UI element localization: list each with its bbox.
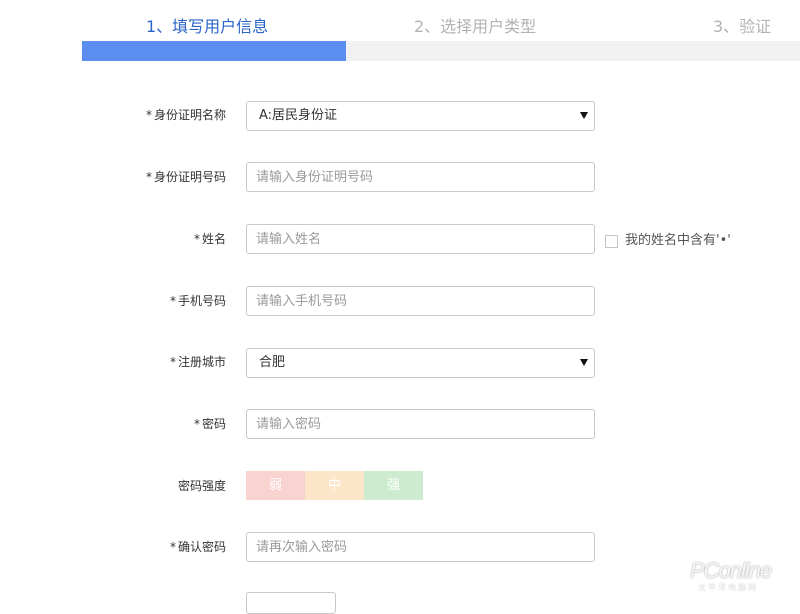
name-field[interactable] [246, 224, 595, 254]
password-label: * 密码 [193, 417, 226, 431]
step-1-label: 1、填写用户信息 [146, 17, 269, 36]
confirm-password-input[interactable] [247, 533, 586, 561]
required-mark: * [169, 294, 176, 308]
city-select[interactable]: 合肥 [246, 348, 595, 378]
password-input[interactable] [247, 410, 586, 438]
id-number-label: * 身份证明号码 [145, 170, 226, 184]
id-type-label: * 身份证明名称 [145, 108, 226, 122]
required-mark: * [145, 170, 152, 184]
strength-medium: 中 [305, 471, 364, 500]
password-field[interactable] [246, 409, 595, 439]
id-number-input[interactable] [247, 163, 586, 191]
phone-field[interactable] [246, 286, 595, 316]
id-number-field[interactable] [246, 162, 595, 192]
strength-strong: 强 [364, 471, 423, 500]
name-label: * 姓名 [193, 232, 226, 246]
required-mark: * [193, 417, 200, 431]
dropdown-arrow-icon [580, 112, 588, 119]
id-type-value: A:居民身份证 [259, 108, 338, 123]
required-mark: * [169, 355, 176, 369]
strength-label: 密码强度 [177, 479, 226, 493]
dropdown-arrow-icon [580, 359, 588, 366]
id-type-select[interactable]: A:居民身份证 [246, 101, 595, 131]
progress-track [82, 41, 800, 61]
name-dot-checkbox-label: 我的姓名中含有'•' [625, 233, 731, 248]
checkbox-icon[interactable] [605, 235, 618, 248]
progress-fill [82, 41, 346, 61]
watermark-logo: PConline [690, 558, 772, 583]
next-field-partial[interactable] [246, 592, 336, 614]
step-indicator: 1、填写用户信息 2、选择用户类型 3、验证 [0, 0, 800, 42]
required-mark: * [169, 540, 176, 554]
city-value: 合肥 [259, 355, 286, 370]
step-3-label: 3、验证 [713, 17, 772, 36]
required-mark: * [193, 232, 200, 246]
name-input[interactable] [247, 225, 586, 253]
confirm-password-field[interactable] [246, 532, 595, 562]
required-mark: * [145, 108, 152, 122]
phone-input[interactable] [247, 287, 586, 315]
step-2-label: 2、选择用户类型 [414, 17, 537, 36]
confirm-password-label: * 确认密码 [169, 540, 226, 554]
city-label: * 注册城市 [169, 355, 226, 369]
watermark-subtitle: 太平洋电脑网 [698, 583, 758, 592]
phone-label: * 手机号码 [169, 294, 226, 308]
strength-weak: 弱 [246, 471, 305, 500]
